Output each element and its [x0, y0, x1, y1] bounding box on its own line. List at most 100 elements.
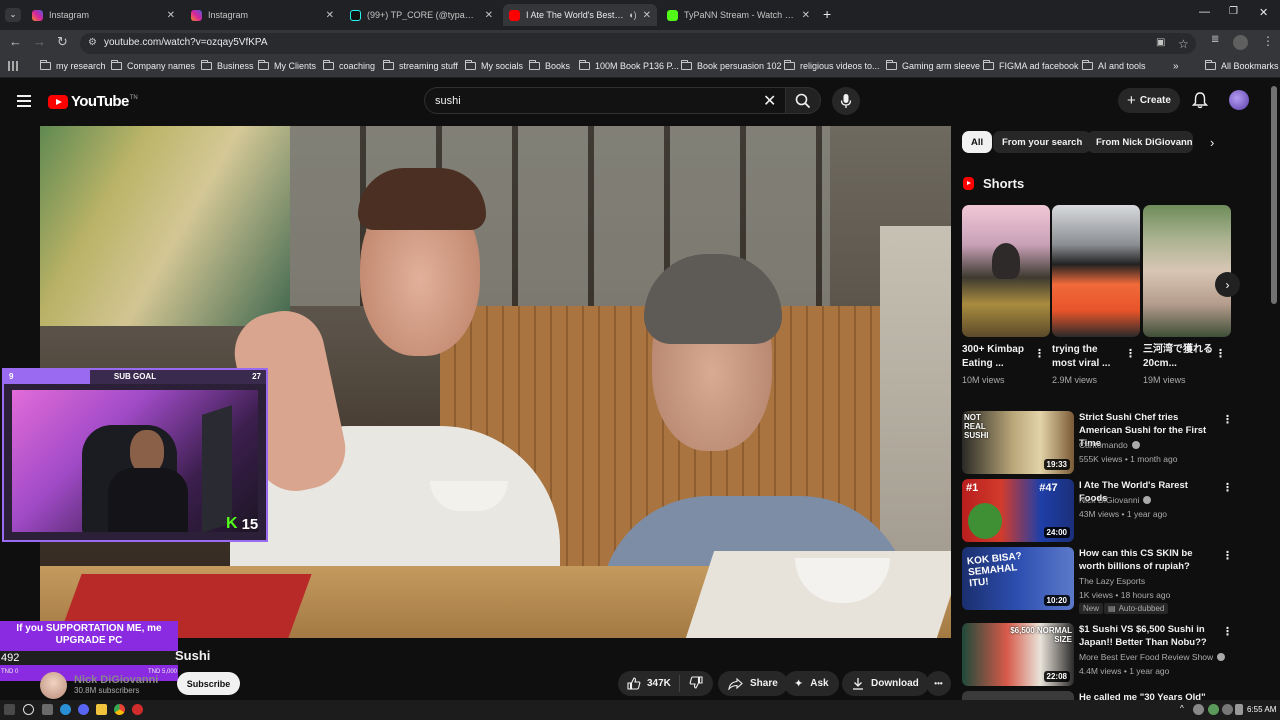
search-button[interactable] [786, 87, 821, 114]
short-thumbnail[interactable] [1052, 205, 1140, 337]
bookmark-folder[interactable]: Gaming arm sleeve [886, 60, 980, 71]
tab-close-icon[interactable]: ✕ [326, 10, 334, 21]
bookmark-folder[interactable]: My Clients [258, 60, 316, 71]
related-video-thumbnail[interactable]: KOK BISA? SEMAHAL ITU! 10:20 [962, 547, 1074, 610]
browser-tab[interactable]: Instagram ✕ [185, 4, 340, 26]
bookmark-folder[interactable]: Company names [111, 60, 195, 71]
dislike-button[interactable] [680, 675, 703, 692]
short-menu-icon[interactable]: ⋮ [1034, 347, 1045, 360]
bookmark-folder[interactable]: religious videos to... [784, 60, 880, 71]
browser-tab-active[interactable]: I Ate The World's Best Sushi ◖) ✕ [503, 4, 657, 26]
file-explorer-icon[interactable] [96, 704, 107, 715]
short-menu-icon[interactable]: ⋮ [1215, 347, 1226, 360]
related-video-thumbnail[interactable] [962, 691, 1074, 700]
speaker-icon[interactable]: ◖) [628, 10, 636, 20]
new-tab-button[interactable]: + [823, 6, 831, 22]
bookmark-folder[interactable]: FIGMA ad facebook [983, 60, 1079, 71]
bookmark-folder[interactable]: my research [40, 60, 106, 71]
short-thumbnail[interactable] [962, 205, 1050, 337]
bookmark-star-icon[interactable]: ☆ [1178, 37, 1189, 51]
channel-name[interactable]: Nick DiGiovanni [74, 674, 158, 686]
related-video-channel[interactable]: Nick DiGiovanni [1079, 495, 1152, 505]
notifications-bell-icon[interactable] [1192, 91, 1208, 109]
tray-chevron-icon[interactable]: ^ [1180, 704, 1188, 715]
restore-icon[interactable]: ❐ [1229, 6, 1238, 17]
page-scrollbar[interactable] [1271, 86, 1277, 304]
related-video-channel[interactable]: More Best Ever Food Review Show [1079, 652, 1226, 662]
tab-search-dropdown[interactable]: ⌄ [5, 8, 21, 22]
address-bar[interactable]: ⚙ youtube.com/watch?v=ozqay5VfKPA ▣ ☆ [80, 33, 1196, 54]
discord-icon[interactable] [78, 704, 89, 715]
back-icon[interactable]: ← [9, 34, 22, 49]
edge-icon[interactable] [60, 704, 71, 715]
reading-list-icon[interactable]: ≣ [1211, 34, 1219, 45]
related-video-title[interactable]: $1 Sushi VS $6,500 Sushi in Japan!! Bett… [1079, 623, 1217, 649]
bookmarks-overflow-icon[interactable]: » [1173, 61, 1179, 72]
video-menu-icon[interactable]: ⋮ [1222, 625, 1233, 638]
network-icon[interactable] [1208, 704, 1219, 715]
video-menu-icon[interactable]: ⋮ [1222, 413, 1233, 426]
account-avatar[interactable] [1229, 90, 1249, 110]
search-taskbar-icon[interactable] [23, 704, 34, 715]
start-icon[interactable] [4, 704, 15, 715]
chrome-icon[interactable] [114, 704, 125, 715]
share-button[interactable]: Share [718, 671, 788, 696]
related-video-title[interactable]: How can this CS SKIN be worth billions o… [1079, 547, 1217, 573]
bookmark-folder[interactable]: streaming stuff [383, 60, 458, 71]
short-title[interactable]: trying the most viral ... [1052, 343, 1124, 371]
volume-icon[interactable] [1222, 704, 1233, 715]
voice-search-button[interactable] [832, 87, 860, 115]
reload-icon[interactable]: ↻ [57, 34, 68, 50]
clear-search-icon[interactable]: ✕ [763, 91, 776, 111]
obs-icon[interactable] [132, 704, 143, 715]
subscribe-button[interactable]: Subscribe [177, 672, 240, 695]
browser-tab[interactable]: Instagram ✕ [26, 4, 181, 26]
tab-close-icon[interactable]: ✕ [802, 10, 810, 21]
bookmark-folder[interactable]: My socials [465, 60, 523, 71]
bookmark-folder[interactable]: AI and tools [1082, 60, 1146, 71]
short-thumbnail[interactable] [1143, 205, 1231, 337]
related-video-channel[interactable]: Cantomando [1079, 440, 1140, 450]
site-info-icon[interactable]: ⚙ [88, 37, 97, 48]
browser-tab[interactable]: (99+) TP_CORE (@typann_core) ✕ [344, 4, 499, 26]
bookmark-folder[interactable]: Books [529, 60, 570, 71]
all-bookmarks[interactable]: All Bookmarks [1205, 60, 1279, 71]
bookmark-folder[interactable]: Business [201, 60, 254, 71]
search-input[interactable]: sushi ✕ [424, 87, 786, 114]
related-video-thumbnail[interactable]: #1 #47 24:00 [962, 479, 1074, 542]
youtube-logo[interactable]: YouTube TN [48, 93, 138, 110]
tab-close-icon[interactable]: ✕ [643, 10, 651, 21]
taskbar-clock[interactable]: 6:55 AM [1247, 705, 1276, 714]
bookmark-folder[interactable]: 100M Book P136 P... [579, 60, 679, 71]
minimize-icon[interactable]: — [1199, 6, 1210, 18]
install-app-icon[interactable]: ▣ [1156, 37, 1165, 48]
tab-close-icon[interactable]: ✕ [485, 10, 493, 21]
ask-button[interactable]: ✦ Ask [784, 671, 839, 696]
download-button[interactable]: Download [842, 671, 929, 696]
chip-from-your-search[interactable]: From your search [993, 131, 1092, 153]
related-video-channel[interactable]: The Lazy Esports [1079, 576, 1145, 586]
taskview-icon[interactable] [42, 704, 53, 715]
forward-icon[interactable]: → [33, 34, 46, 49]
video-menu-icon[interactable]: ⋮ [1222, 549, 1233, 562]
menu-icon[interactable] [17, 95, 31, 107]
shorts-next-button[interactable]: › [1215, 272, 1240, 297]
bookmark-folder[interactable]: coaching [323, 60, 375, 71]
more-actions-button[interactable]: ••• [926, 671, 951, 696]
close-window-icon[interactable]: ✕ [1259, 6, 1268, 19]
like-button[interactable]: 347K [618, 675, 680, 692]
tray-app-icon[interactable] [1193, 704, 1204, 715]
bookmark-folder[interactable]: Book persuasion 102 [681, 60, 782, 71]
short-title[interactable]: 300+ Kimbap Eating ... [962, 343, 1034, 371]
profile-icon[interactable] [1233, 35, 1248, 50]
create-button[interactable]: + Create [1118, 88, 1180, 113]
related-video-title[interactable]: He called me "30 Years Old" [1079, 691, 1217, 700]
battery-icon[interactable] [1235, 704, 1243, 715]
short-title[interactable]: 三河湾で獲れる20cm... [1143, 343, 1215, 371]
short-menu-icon[interactable]: ⋮ [1125, 347, 1136, 360]
apps-grid-icon[interactable] [8, 61, 18, 71]
chips-next-icon[interactable]: › [1210, 135, 1214, 150]
tab-close-icon[interactable]: ✕ [167, 10, 175, 21]
related-video-thumbnail[interactable]: NOT REAL SUSHI 19:33 [962, 411, 1074, 474]
chip-from-channel[interactable]: From Nick DiGiovanni [1087, 131, 1193, 153]
